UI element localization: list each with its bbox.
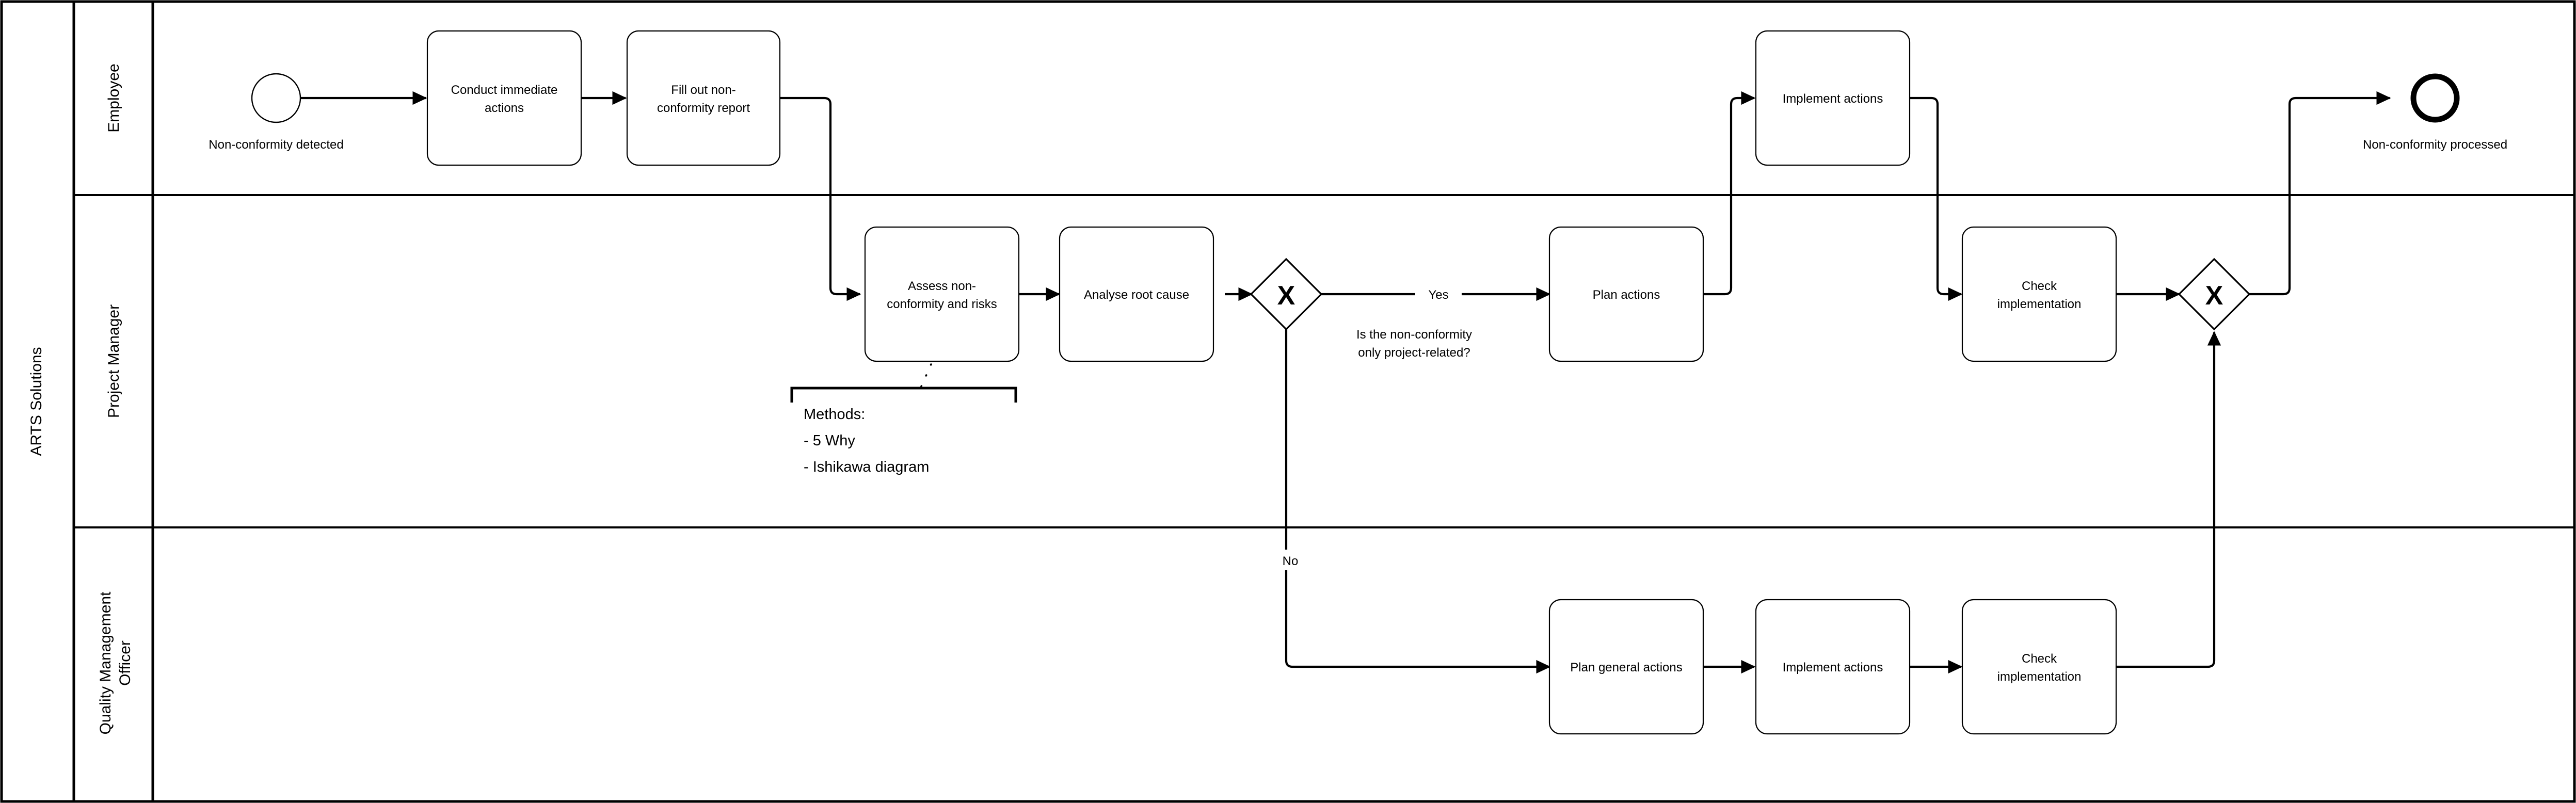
lane-label-qmo-line2: Officer [117,640,134,686]
task-check-implementation-qmo-box[interactable] [1961,599,2117,735]
gateway-x-icon: X [1277,281,1295,311]
task-assess-non-conformity-and-risks[interactable]: Assess non- conformity and risks [864,226,1020,362]
annotation-methods: Methods: - 5 Why - Ishikawa diagram [790,363,1017,475]
end-event-label: Non-conformity processed [2363,138,2507,152]
flow-gateway1-no-to-plan-general-actions [1285,329,1551,674]
task-plan-actions-label: Plan actions [1593,288,1660,302]
end-event-circle[interactable] [2410,73,2460,123]
task-assess-non-conformity-label-line1: Assess non- [908,279,976,293]
gateway-merge-x-icon: X [2205,281,2223,311]
task-check-implementation-pm-label-line1: Check [2022,279,2057,293]
annotation-methods-line3: - Ishikawa diagram [804,459,929,475]
gateway-1-label-line1: Is the non-conformity [1356,328,1472,342]
pool-name: ARTS Solutions [28,347,45,456]
flow-label-no: No [1283,554,1299,568]
lane-label-qmo-line1: Quality Management [97,591,114,734]
task-fill-out-non-conformity-report[interactable]: Fill out non- conformity report [626,30,781,166]
task-analyse-root-cause-label: Analyse root cause [1084,288,1189,302]
task-implement-actions-employee[interactable]: Implement actions [1755,30,1911,166]
task-fill-out-report-label-line1: Fill out non- [671,83,735,97]
lane-labels-group: Employee Project Manager Quality Managem… [97,63,134,734]
pool-label-group: ARTS Solutions [28,347,45,456]
task-check-implementation-qmo-label-line2: implementation [1997,670,2082,684]
task-fill-out-non-conformity-report-box[interactable] [626,30,781,166]
start-event-circle[interactable] [251,73,301,123]
task-fill-out-report-label-line2: conformity report [657,101,750,115]
task-conduct-immediate-actions-label-line2: actions [485,101,524,115]
task-check-implementation-pm[interactable]: Check implementation [1961,226,2117,362]
gateway-merge[interactable]: X [2178,258,2251,331]
annotation-methods-line1: Methods: [804,406,865,423]
task-check-implementation-pm-label-line2: implementation [1997,297,2082,311]
lane-label-employee: Employee [105,63,122,132]
pool-outer-border [0,0,2576,803]
task-check-implementation-pm-box[interactable] [1961,226,2117,362]
task-check-implementation-qmo-label-line1: Check [2022,652,2057,666]
task-plan-general-actions[interactable]: Plan general actions [1548,599,1704,735]
bpmn-diagram-canvas: ARTS Solutions Employee Project Manager … [0,0,2576,803]
bpmn-svg-root: ARTS Solutions Employee Project Manager … [0,0,2576,803]
annotation-bracket [790,387,1017,403]
task-conduct-immediate-actions-label-line1: Conduct immediate [451,83,558,97]
start-event-non-conformity-detected[interactable]: Non-conformity detected [209,73,344,152]
gateway-is-non-conformity-only-project-related[interactable]: X Is the non-conformity only project-rel… [1250,258,1472,360]
task-assess-non-conformity-label-line2: conformity and risks [887,297,997,311]
task-implement-actions-qmo[interactable]: Implement actions [1755,599,1911,735]
task-assess-non-conformity-box[interactable] [864,226,1020,362]
task-plan-actions[interactable]: Plan actions [1548,226,1704,362]
task-plan-general-actions-label: Plan general actions [1570,661,1682,674]
pool-frame [0,0,2576,803]
task-implement-actions-employee-label: Implement actions [1783,92,1883,106]
task-analyse-root-cause[interactable]: Analyse root cause [1059,226,1214,362]
start-event-label: Non-conformity detected [209,138,343,152]
task-conduct-immediate-actions-box[interactable] [426,30,582,166]
annotation-methods-line2: - 5 Why [804,432,855,449]
lane-label-project-manager: Project Manager [105,304,122,418]
sequence-flows [300,91,2391,674]
task-conduct-immediate-actions[interactable]: Conduct immediate actions [426,30,582,166]
gateway-1-label-line2: only project-related? [1358,346,1470,360]
task-check-implementation-qmo[interactable]: Check implementation [1961,599,2117,735]
task-implement-actions-qmo-label: Implement actions [1783,661,1883,674]
flow-label-yes: Yes [1428,288,1448,302]
flow-check-implementation-qmo-to-gateway2 [2116,331,2221,668]
end-event-non-conformity-processed[interactable]: Non-conformity processed [2363,73,2507,152]
